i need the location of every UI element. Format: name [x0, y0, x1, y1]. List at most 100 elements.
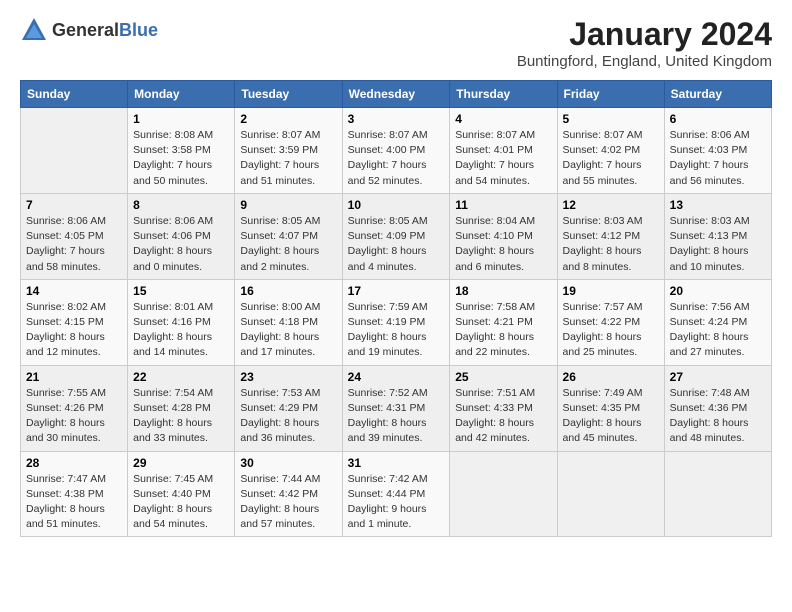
day-number: 5 — [563, 112, 659, 126]
calendar-cell: 19 Sunrise: 7:57 AM Sunset: 4:22 PM Dayli… — [557, 279, 664, 365]
calendar-cell: 23 Sunrise: 7:53 AM Sunset: 4:29 PM Dayli… — [235, 365, 342, 451]
day-number: 28 — [26, 456, 122, 470]
calendar-cell: 4Sunrise: 8:07 AM Sunset: 4:01 PM Daylig… — [450, 108, 557, 194]
header-cell-thursday: Thursday — [450, 81, 557, 108]
day-number: 25 — [455, 370, 551, 384]
calendar-cell: 14Sunrise: 8:02 AM Sunset: 4:15 PM Dayli… — [21, 279, 128, 365]
calendar-cell: 26 Sunrise: 7:49 AM Sunset: 4:35 PM Dayli… — [557, 365, 664, 451]
day-info: Sunrise: 7:45 AM Sunset: 4:40 PM Dayligh… — [133, 472, 229, 533]
logo-text-blue: Blue — [119, 20, 158, 40]
calendar-cell: 27 Sunrise: 7:48 AM Sunset: 4:36 PM Dayli… — [664, 365, 771, 451]
day-info: Sunrise: 8:07 AM Sunset: 3:59 PM Dayligh… — [240, 128, 336, 189]
day-number: 16 — [240, 284, 336, 298]
calendar-week-row: 7Sunrise: 8:06 AM Sunset: 4:05 PM Daylig… — [21, 193, 772, 279]
day-info: Sunrise: 7:59 AM Sunset: 4:19 PM Dayligh… — [348, 300, 445, 361]
day-info: Sunrise: 8:04 AM Sunset: 4:10 PM Dayligh… — [455, 214, 551, 275]
calendar-header-row: SundayMondayTuesdayWednesdayThursdayFrid… — [21, 81, 772, 108]
calendar-cell: 25 Sunrise: 7:51 AM Sunset: 4:33 PM Dayli… — [450, 365, 557, 451]
month-title: January 2024 — [517, 16, 772, 53]
day-info: Sunrise: 8:06 AM Sunset: 4:03 PM Dayligh… — [670, 128, 766, 189]
day-number: 7 — [26, 198, 122, 212]
calendar-cell — [664, 451, 771, 537]
day-info: Sunrise: 7:49 AM Sunset: 4:35 PM Dayligh… — [563, 386, 659, 447]
day-number: 22 — [133, 370, 229, 384]
header-cell-saturday: Saturday — [664, 81, 771, 108]
calendar-week-row: 28 Sunrise: 7:47 AM Sunset: 4:38 PM Dayli… — [21, 451, 772, 537]
day-number: 27 — [670, 370, 766, 384]
calendar-cell: 17Sunrise: 7:59 AM Sunset: 4:19 PM Dayli… — [342, 279, 450, 365]
calendar-cell — [21, 108, 128, 194]
day-number: 26 — [563, 370, 659, 384]
calendar-week-row: 21 Sunrise: 7:55 AM Sunset: 4:26 PM Dayli… — [21, 365, 772, 451]
day-number: 21 — [26, 370, 122, 384]
day-info: Sunrise: 7:44 AM Sunset: 4:42 PM Dayligh… — [240, 472, 336, 533]
day-number: 11 — [455, 198, 551, 212]
title-area: January 2024 Buntingford, England, Unite… — [517, 16, 772, 70]
calendar-cell: 12 Sunrise: 8:03 AM Sunset: 4:12 PM Dayli… — [557, 193, 664, 279]
day-number: 10 — [348, 198, 445, 212]
day-number: 18 — [455, 284, 551, 298]
day-number: 3 — [348, 112, 445, 126]
calendar-cell: 10 Sunrise: 8:05 AM Sunset: 4:09 PM Dayli… — [342, 193, 450, 279]
calendar-cell: 22 Sunrise: 7:54 AM Sunset: 4:28 PM Dayli… — [128, 365, 235, 451]
location-title: Buntingford, England, United Kingdom — [517, 53, 772, 70]
header-cell-wednesday: Wednesday — [342, 81, 450, 108]
day-number: 8 — [133, 198, 229, 212]
day-number: 9 — [240, 198, 336, 212]
calendar-cell: 8 Sunrise: 8:06 AM Sunset: 4:06 PM Daylig… — [128, 193, 235, 279]
day-info: Sunrise: 8:08 AM Sunset: 3:58 PM Dayligh… — [133, 128, 229, 189]
calendar-cell: 15Sunrise: 8:01 AM Sunset: 4:16 PM Dayli… — [128, 279, 235, 365]
logo-text-general: General — [52, 20, 119, 40]
day-number: 23 — [240, 370, 336, 384]
calendar-cell — [557, 451, 664, 537]
day-number: 31 — [348, 456, 445, 470]
calendar-week-row: 1 Sunrise: 8:08 AM Sunset: 3:58 PM Daylig… — [21, 108, 772, 194]
calendar-cell: 3Sunrise: 8:07 AM Sunset: 4:00 PM Daylig… — [342, 108, 450, 194]
day-info: Sunrise: 8:03 AM Sunset: 4:12 PM Dayligh… — [563, 214, 659, 275]
calendar-cell: 5Sunrise: 8:07 AM Sunset: 4:02 PM Daylig… — [557, 108, 664, 194]
day-info: Sunrise: 7:52 AM Sunset: 4:31 PM Dayligh… — [348, 386, 445, 447]
day-info: Sunrise: 7:47 AM Sunset: 4:38 PM Dayligh… — [26, 472, 122, 533]
calendar-cell: 18Sunrise: 7:58 AM Sunset: 4:21 PM Dayli… — [450, 279, 557, 365]
day-info: Sunrise: 7:48 AM Sunset: 4:36 PM Dayligh… — [670, 386, 766, 447]
day-info: Sunrise: 7:51 AM Sunset: 4:33 PM Dayligh… — [455, 386, 551, 447]
day-info: Sunrise: 7:56 AM Sunset: 4:24 PM Dayligh… — [670, 300, 766, 361]
day-info: Sunrise: 8:05 AM Sunset: 4:09 PM Dayligh… — [348, 214, 445, 275]
day-info: Sunrise: 8:03 AM Sunset: 4:13 PM Dayligh… — [670, 214, 766, 275]
calendar-cell: 30 Sunrise: 7:44 AM Sunset: 4:42 PM Dayli… — [235, 451, 342, 537]
header-cell-monday: Monday — [128, 81, 235, 108]
day-number: 2 — [240, 112, 336, 126]
calendar-cell — [450, 451, 557, 537]
day-number: 19 — [563, 284, 659, 298]
day-number: 14 — [26, 284, 122, 298]
calendar-cell: 16 Sunrise: 8:00 AM Sunset: 4:18 PM Dayli… — [235, 279, 342, 365]
day-number: 13 — [670, 198, 766, 212]
day-number: 1 — [133, 112, 229, 126]
day-number: 30 — [240, 456, 336, 470]
calendar-cell: 28 Sunrise: 7:47 AM Sunset: 4:38 PM Dayli… — [21, 451, 128, 537]
day-info: Sunrise: 8:01 AM Sunset: 4:16 PM Dayligh… — [133, 300, 229, 361]
calendar-cell: 31Sunrise: 7:42 AM Sunset: 4:44 PM Dayli… — [342, 451, 450, 537]
logo: GeneralBlue — [20, 16, 158, 44]
day-info: Sunrise: 8:06 AM Sunset: 4:06 PM Dayligh… — [133, 214, 229, 275]
day-info: Sunrise: 7:55 AM Sunset: 4:26 PM Dayligh… — [26, 386, 122, 447]
calendar-cell: 7Sunrise: 8:06 AM Sunset: 4:05 PM Daylig… — [21, 193, 128, 279]
day-info: Sunrise: 8:05 AM Sunset: 4:07 PM Dayligh… — [240, 214, 336, 275]
calendar-cell: 2 Sunrise: 8:07 AM Sunset: 3:59 PM Daylig… — [235, 108, 342, 194]
calendar-cell: 9 Sunrise: 8:05 AM Sunset: 4:07 PM Daylig… — [235, 193, 342, 279]
calendar-cell: 11 Sunrise: 8:04 AM Sunset: 4:10 PM Dayli… — [450, 193, 557, 279]
header: GeneralBlue January 2024 Buntingford, En… — [20, 16, 772, 70]
day-number: 12 — [563, 198, 659, 212]
day-info: Sunrise: 8:00 AM Sunset: 4:18 PM Dayligh… — [240, 300, 336, 361]
calendar-cell: 21 Sunrise: 7:55 AM Sunset: 4:26 PM Dayli… — [21, 365, 128, 451]
calendar-week-row: 14Sunrise: 8:02 AM Sunset: 4:15 PM Dayli… — [21, 279, 772, 365]
calendar-cell: 6Sunrise: 8:06 AM Sunset: 4:03 PM Daylig… — [664, 108, 771, 194]
calendar-cell: 20Sunrise: 7:56 AM Sunset: 4:24 PM Dayli… — [664, 279, 771, 365]
header-cell-sunday: Sunday — [21, 81, 128, 108]
day-info: Sunrise: 7:57 AM Sunset: 4:22 PM Dayligh… — [563, 300, 659, 361]
calendar-table: SundayMondayTuesdayWednesdayThursdayFrid… — [20, 80, 772, 537]
day-info: Sunrise: 7:54 AM Sunset: 4:28 PM Dayligh… — [133, 386, 229, 447]
calendar-cell: 1 Sunrise: 8:08 AM Sunset: 3:58 PM Daylig… — [128, 108, 235, 194]
day-info: Sunrise: 7:53 AM Sunset: 4:29 PM Dayligh… — [240, 386, 336, 447]
day-info: Sunrise: 8:07 AM Sunset: 4:01 PM Dayligh… — [455, 128, 551, 189]
